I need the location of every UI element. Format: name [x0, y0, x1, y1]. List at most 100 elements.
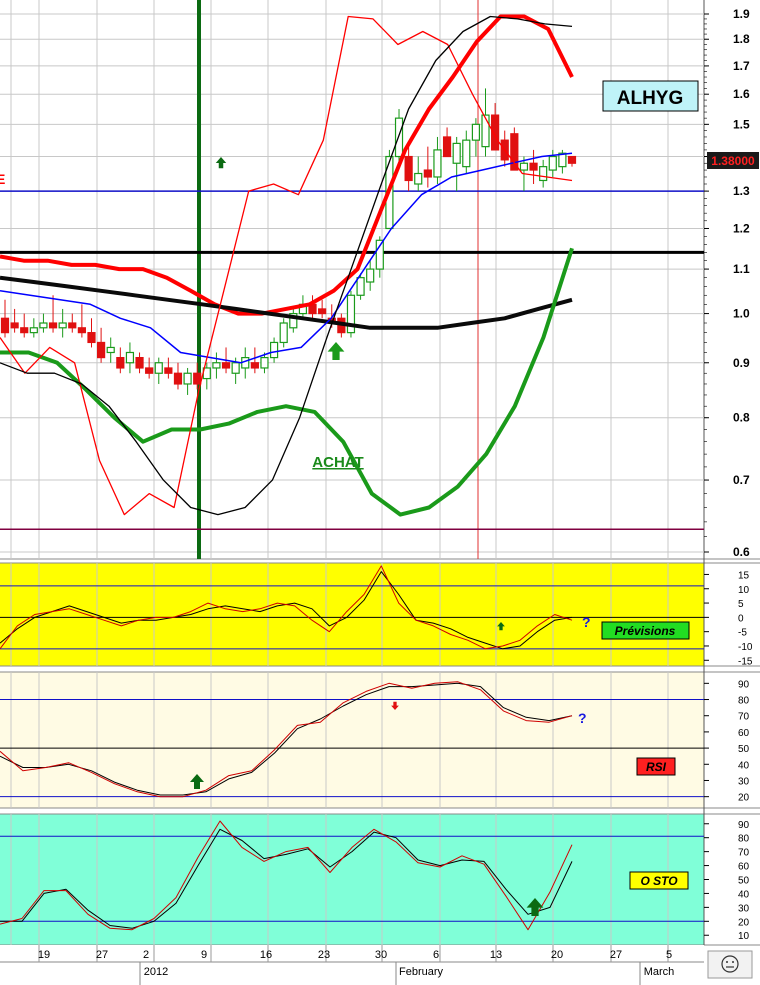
x-tick-label: 19 [38, 949, 50, 961]
y-tick-label: 30 [738, 903, 750, 914]
candle-body [29, 327, 38, 334]
candle-body [154, 362, 163, 374]
candle-body [145, 367, 154, 374]
y-tick-label: 1.6 [733, 87, 750, 101]
candle-body [414, 172, 423, 185]
candle-body [462, 139, 471, 168]
y-tick-label: 90 [738, 679, 750, 690]
y-tick-label: 0 [738, 613, 744, 624]
previsions-question-mark: ? [582, 614, 591, 630]
y-tick-label: 70 [738, 712, 750, 723]
x-tick-label: 9 [201, 949, 207, 961]
x-tick-label: 6 [433, 949, 439, 961]
y-tick-label: 70 [738, 848, 750, 859]
candle-body [0, 317, 10, 334]
candle-body [10, 322, 19, 329]
y-tick-label: 50 [738, 744, 750, 755]
y-tick-label: 20 [738, 793, 750, 804]
y-tick-label: -15 [738, 656, 753, 667]
candle-body [106, 346, 115, 354]
y-tick-label: 1.3 [733, 184, 750, 198]
y-tick-label: 15 [738, 570, 750, 581]
candle-body [87, 332, 96, 344]
candle-body [356, 277, 365, 296]
candle-body [366, 268, 375, 283]
candle-body [250, 362, 259, 369]
x-tick-label: 5 [666, 949, 672, 961]
y-tick-label: 1.8 [733, 32, 750, 46]
y-tick-label: 60 [738, 728, 750, 739]
y-tick-label: 50 [738, 876, 750, 887]
y-tick-label: 0.7 [733, 473, 750, 487]
candle-body [519, 162, 529, 171]
left-edge-label: E [0, 171, 5, 187]
smiley-icon[interactable] [707, 950, 753, 979]
y-tick-label: 20 [738, 917, 750, 928]
x-tick-label: 30 [375, 949, 387, 961]
candle-body [394, 117, 404, 158]
candle-body [529, 162, 538, 171]
osto-label: O STO [640, 874, 678, 888]
last-price-label: 1.38000 [711, 154, 755, 168]
y-tick-label: 0.6 [733, 545, 750, 559]
candle-body [20, 327, 29, 334]
candle-body [442, 136, 452, 158]
y-tick-label: 0.8 [733, 411, 750, 425]
x-tick-label: 20 [551, 949, 563, 961]
month-label: February [399, 966, 444, 978]
axis-strip [704, 0, 760, 985]
candle-body [433, 149, 442, 178]
y-tick-label: 80 [738, 834, 750, 845]
candle-body [548, 155, 557, 171]
panel-background-2 [0, 672, 704, 808]
y-tick-label: 40 [738, 760, 750, 771]
candle-body [39, 322, 48, 329]
candle-body [567, 155, 577, 164]
y-tick-label: 10 [738, 931, 750, 942]
candle-body [77, 327, 86, 334]
candle-body [471, 123, 480, 141]
y-tick-label: 1.0 [733, 307, 750, 321]
previsions-label: Prévisions [615, 624, 676, 638]
candle-body [193, 372, 202, 385]
y-tick-label: 5 [738, 599, 744, 610]
candle-body [452, 142, 461, 164]
x-tick-label: 16 [260, 949, 272, 961]
candle-body [116, 356, 125, 369]
y-tick-label: 60 [738, 862, 750, 873]
candle-body [423, 169, 432, 178]
candle-body [48, 322, 58, 329]
y-tick-label: 40 [738, 889, 750, 900]
y-tick-label: -5 [738, 628, 747, 639]
y-tick-label: 10 [738, 585, 750, 596]
candle-body [135, 356, 144, 369]
panel-background-1 [0, 563, 704, 666]
candle-body [279, 322, 288, 344]
candle-body [212, 362, 221, 369]
candle-body [221, 362, 231, 369]
chart-title: ALHYG [617, 88, 684, 109]
candle-body [260, 356, 269, 369]
candle-body [173, 372, 183, 385]
candle-body [164, 367, 173, 374]
candle-body [183, 372, 192, 385]
candle-body [481, 114, 490, 148]
candle-body [97, 341, 106, 359]
y-tick-label: 1.1 [733, 262, 750, 276]
candle-body [269, 341, 279, 359]
y-tick-label: 1.7 [733, 59, 750, 73]
candle-body [404, 155, 413, 182]
y-tick-label: 0.9 [733, 356, 750, 370]
y-tick-label: 30 [738, 776, 750, 787]
rsi-question-mark: ? [578, 710, 587, 726]
x-tick-label: 13 [490, 949, 502, 961]
y-tick-label: 90 [738, 820, 750, 831]
candle-body [510, 133, 519, 171]
candle-body [125, 351, 135, 364]
candle-body [318, 308, 327, 315]
x-tick-label: 27 [96, 949, 108, 961]
y-tick-label: 80 [738, 696, 750, 707]
achat-annotation: ACHAT [312, 454, 363, 471]
stock-chart: 1.91.81.71.61.51.41.31.21.11.00.90.80.70… [0, 0, 760, 985]
candle-body [539, 166, 548, 182]
